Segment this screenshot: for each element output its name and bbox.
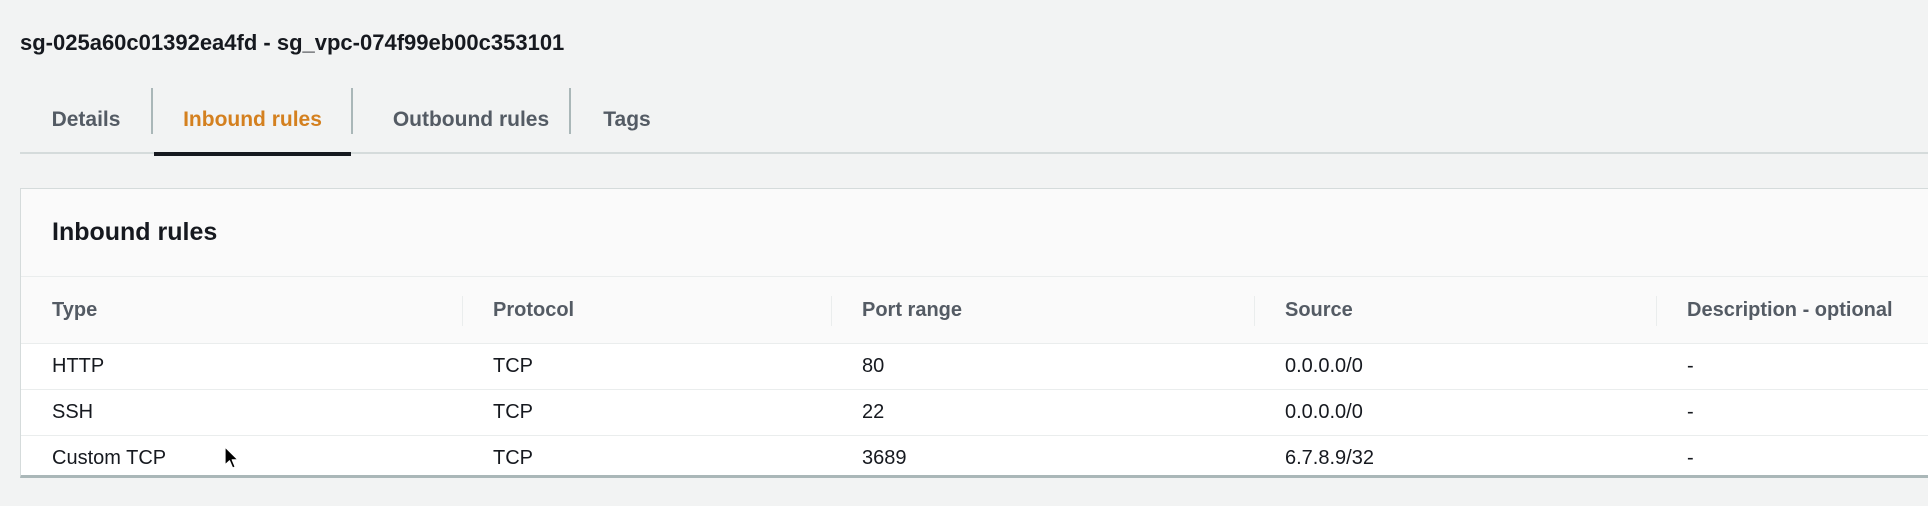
tab-details[interactable]: Details [20,86,152,154]
column-header-description: Description - optional [1656,277,1928,344]
cell-protocol: TCP [462,343,831,390]
cell-description: - [1656,389,1928,436]
cell-description: - [1656,343,1928,390]
table-row: HTTP TCP 80 0.0.0.0/0 - [21,343,1928,390]
panel-title: Inbound rules [52,218,218,246]
panel-header: Inbound rules [21,189,1928,277]
tab-inbound-rules[interactable]: Inbound rules [154,86,351,156]
cell-description: - [1687,447,1694,469]
cell-port-range: 3689 [862,447,907,469]
cell-type: SSH [21,389,462,436]
cell-port-range: 80 [831,343,1254,390]
tab-divider [151,88,153,134]
cell-source: 6.7.8.9/32 [1285,447,1374,469]
security-group-title: sg-025a60c01392ea4fd - sg_vpc-074f99eb00… [20,30,565,55]
tab-bar: Details Inbound rules Outbound rules Tag… [20,86,1928,156]
column-header-protocol: Protocol [462,277,831,344]
cell-type: HTTP [21,343,462,390]
column-header-source: Source [1254,277,1656,344]
table-row: SSH TCP 22 0.0.0.0/0 - [21,389,1928,436]
mouse-pointer-icon [224,446,239,469]
cell-protocol: TCP [493,447,533,469]
table-row: Custom TCP TCP 3689 6.7.8.9/32 - [21,436,1928,482]
tab-outbound-rules[interactable]: Outbound rules [353,86,589,154]
inbound-rules-panel: Inbound rules Type Protocol Port range S… [20,188,1928,478]
column-header-type: Type [21,277,462,344]
cell-protocol: TCP [462,389,831,436]
cell-source: 0.0.0.0/0 [1254,343,1656,390]
inbound-rules-table: Type Protocol Port range Source Descript… [21,277,1928,481]
cell-type: Custom TCP [52,447,167,469]
table-header-row: Type Protocol Port range Source Descript… [21,277,1928,344]
column-header-port-range: Port range [831,277,1254,344]
cell-port-range: 22 [831,389,1254,436]
tab-tags[interactable]: Tags [571,86,683,154]
cell-source: 0.0.0.0/0 [1254,389,1656,436]
